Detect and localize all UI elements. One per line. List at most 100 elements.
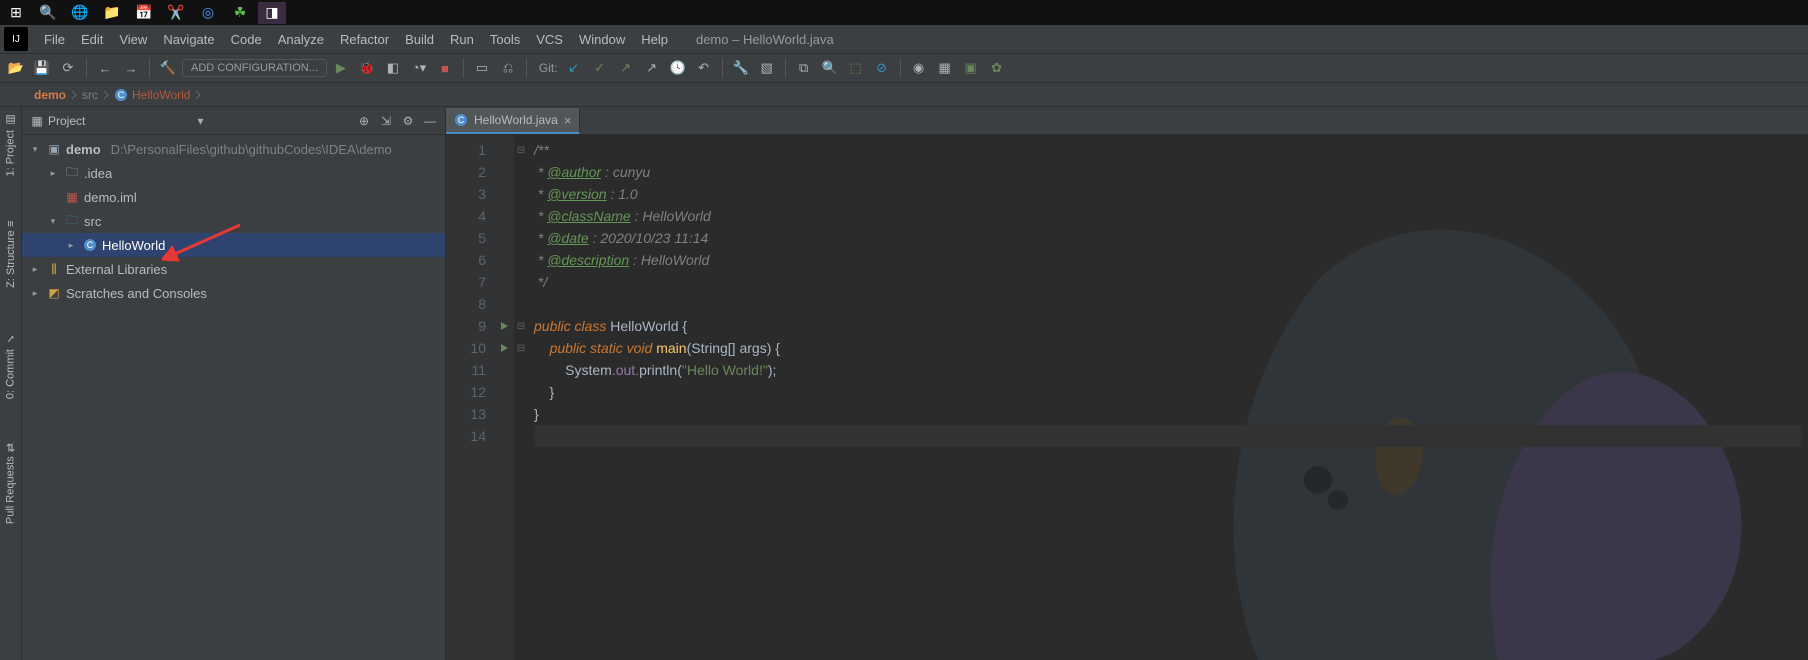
toolwindow-project[interactable]: 1: Project ▤ bbox=[4, 111, 17, 178]
menu-help[interactable]: Help bbox=[633, 25, 676, 53]
forward-icon[interactable]: → bbox=[119, 56, 143, 80]
crumb-class[interactable]: HelloWorld bbox=[132, 88, 190, 102]
git-commit-icon[interactable]: ✓ bbox=[588, 56, 612, 80]
tree-root-path: D:\PersonalFiles\github\githubCodes\IDEA… bbox=[111, 142, 392, 157]
window-icon[interactable]: ▣ bbox=[959, 56, 983, 80]
puzzle-icon[interactable]: ✿ bbox=[985, 56, 1009, 80]
tree-external-libs[interactable]: ▸ ⫼ External Libraries bbox=[22, 257, 445, 281]
svg-text:C: C bbox=[87, 240, 94, 250]
attach-icon[interactable]: ⎌ bbox=[496, 56, 520, 80]
module-icon: ▣ bbox=[46, 141, 62, 157]
back-icon[interactable]: ← bbox=[93, 56, 117, 80]
build-icon[interactable]: 🔨 bbox=[156, 56, 180, 80]
menu-analyze[interactable]: Analyze bbox=[270, 25, 332, 53]
menu-edit[interactable]: Edit bbox=[73, 25, 111, 53]
run-class-icon[interactable] bbox=[494, 315, 514, 337]
explorer-icon[interactable]: 📁 bbox=[98, 2, 126, 24]
menu-code[interactable]: Code bbox=[223, 25, 270, 53]
tree-scratches-label: Scratches and Consoles bbox=[66, 286, 207, 301]
tree-root-label: demo bbox=[66, 142, 101, 157]
toolwindow-structure[interactable]: Z: Structure ≡ bbox=[5, 218, 17, 290]
profile-icon[interactable]: ◔▾ bbox=[407, 56, 431, 80]
left-toolwindow-strip: 1: Project ▤ Z: Structure ≡ 0: Commit ✓ … bbox=[0, 107, 22, 660]
fold-icon[interactable]: ⊟ bbox=[514, 337, 528, 359]
eye-icon[interactable]: ◉ bbox=[907, 56, 931, 80]
intellij-taskbar-icon[interactable]: ◨ bbox=[258, 2, 286, 24]
stats-icon[interactable]: ⬚ bbox=[844, 56, 868, 80]
toolwindow-pull-requests[interactable]: Pull Requests ⇄ bbox=[4, 441, 17, 526]
menu-window[interactable]: Window bbox=[571, 25, 633, 53]
locate-icon[interactable]: ⊕ bbox=[353, 112, 375, 130]
run-main-icon[interactable] bbox=[494, 337, 514, 359]
code-area[interactable]: 1234 5678 9101112 1314 ⊟ ⊟ ⊟ bbox=[446, 135, 1808, 660]
group-icon[interactable]: ▦ bbox=[933, 56, 957, 80]
search-icon[interactable]: 🔍 bbox=[34, 2, 62, 24]
expand-icon[interactable]: ⇲ bbox=[375, 112, 397, 130]
tree-src[interactable]: ▾ 🗀 src bbox=[22, 209, 445, 233]
device-icon[interactable]: ▭ bbox=[470, 56, 494, 80]
run-icon[interactable]: ▶ bbox=[329, 56, 353, 80]
gear-icon[interactable]: ⚙ bbox=[397, 112, 419, 130]
menu-vcs[interactable]: VCS bbox=[528, 25, 571, 53]
git-clock-icon[interactable]: 🕓 bbox=[666, 56, 690, 80]
coverage-icon[interactable]: ◧ bbox=[381, 56, 405, 80]
breadcrumb-bar: demo src C HelloWorld bbox=[0, 83, 1808, 107]
crumb-src[interactable]: src bbox=[82, 88, 98, 102]
tree-idea-label: .idea bbox=[84, 166, 112, 181]
line-numbers: 1234 5678 9101112 1314 bbox=[446, 135, 494, 660]
intellij-logo-icon: IJ bbox=[4, 27, 28, 51]
disable-icon[interactable]: ⊘ bbox=[870, 56, 894, 80]
toolwindow-commit[interactable]: 0: Commit ✓ bbox=[4, 330, 17, 401]
svg-text:C: C bbox=[458, 115, 465, 125]
tree-iml[interactable]: ▦ demo.iml bbox=[22, 185, 445, 209]
fold-icon[interactable]: ⊟ bbox=[514, 315, 528, 337]
sdk-icon[interactable]: ▧ bbox=[755, 56, 779, 80]
run-config-dropdown[interactable]: ADD CONFIGURATION... bbox=[182, 59, 327, 77]
project-view-icon: ▦ bbox=[26, 112, 48, 130]
git-push-icon[interactable]: ↗ bbox=[614, 56, 638, 80]
search-tool-icon[interactable]: 🔍 bbox=[818, 56, 842, 80]
hide-icon[interactable]: — bbox=[419, 112, 441, 130]
project-title[interactable]: Project bbox=[48, 114, 197, 128]
edge-icon[interactable]: 🌐 bbox=[66, 2, 94, 24]
sync-icon[interactable]: ⟳ bbox=[56, 56, 80, 80]
start-button[interactable]: ⊞ bbox=[2, 2, 30, 24]
git-history-icon[interactable]: ↗ bbox=[640, 56, 664, 80]
tree-helloworld[interactable]: ▸ C HelloWorld bbox=[22, 233, 445, 257]
git-rollback-icon[interactable]: ↶ bbox=[692, 56, 716, 80]
menu-tools[interactable]: Tools bbox=[482, 25, 528, 53]
tree-scratches[interactable]: ▸ ◩ Scratches and Consoles bbox=[22, 281, 445, 305]
editor: C HelloWorld.java × 1234 5678 9101112 13… bbox=[446, 107, 1808, 660]
close-tab-icon[interactable]: × bbox=[564, 113, 572, 128]
fold-gutter: ⊟ ⊟ ⊟ bbox=[514, 135, 528, 660]
fold-icon[interactable]: ⊟ bbox=[514, 139, 528, 161]
debug-icon[interactable]: 🐞 bbox=[355, 56, 379, 80]
java-class-icon: C bbox=[82, 237, 98, 253]
editor-tab-helloworld[interactable]: C HelloWorld.java × bbox=[446, 108, 580, 134]
dropdown-icon[interactable]: ▾ bbox=[197, 114, 203, 128]
snip-icon[interactable]: ✂️ bbox=[162, 2, 190, 24]
stop-icon[interactable]: ■ bbox=[433, 56, 457, 80]
menu-build[interactable]: Build bbox=[397, 25, 442, 53]
menu-view[interactable]: View bbox=[111, 25, 155, 53]
menu-file[interactable]: File bbox=[36, 25, 73, 53]
tree-root[interactable]: ▾ ▣ demo D:\PersonalFiles\github\githubC… bbox=[22, 137, 445, 161]
libraries-icon: ⫼ bbox=[46, 261, 62, 277]
calendar-icon[interactable]: 📅 bbox=[130, 2, 158, 24]
menu-run[interactable]: Run bbox=[442, 25, 482, 53]
code-body[interactable]: /** * @author : cunyu * @version : 1.0 *… bbox=[528, 135, 1808, 660]
copy-icon[interactable]: ⧉ bbox=[792, 56, 816, 80]
menu-refactor[interactable]: Refactor bbox=[332, 25, 397, 53]
project-toolwindow: ▦ Project ▾ ⊕ ⇲ ⚙ — ▾ ▣ demo D:\Personal… bbox=[22, 107, 446, 660]
source-folder-icon: 🗀 bbox=[64, 213, 80, 229]
git-update-icon[interactable]: ↙ bbox=[562, 56, 586, 80]
open-icon[interactable]: 📂 bbox=[4, 56, 28, 80]
wrench-icon[interactable]: 🔧 bbox=[729, 56, 753, 80]
crumb-root[interactable]: demo bbox=[34, 88, 66, 102]
menu-navigate[interactable]: Navigate bbox=[155, 25, 222, 53]
editor-tab-label: HelloWorld.java bbox=[474, 113, 558, 127]
save-icon[interactable]: 💾 bbox=[30, 56, 54, 80]
clover-icon[interactable]: ☘ bbox=[226, 2, 254, 24]
tree-idea[interactable]: ▸ 🗀 .idea bbox=[22, 161, 445, 185]
app-icon-1[interactable]: ◎ bbox=[194, 2, 222, 24]
